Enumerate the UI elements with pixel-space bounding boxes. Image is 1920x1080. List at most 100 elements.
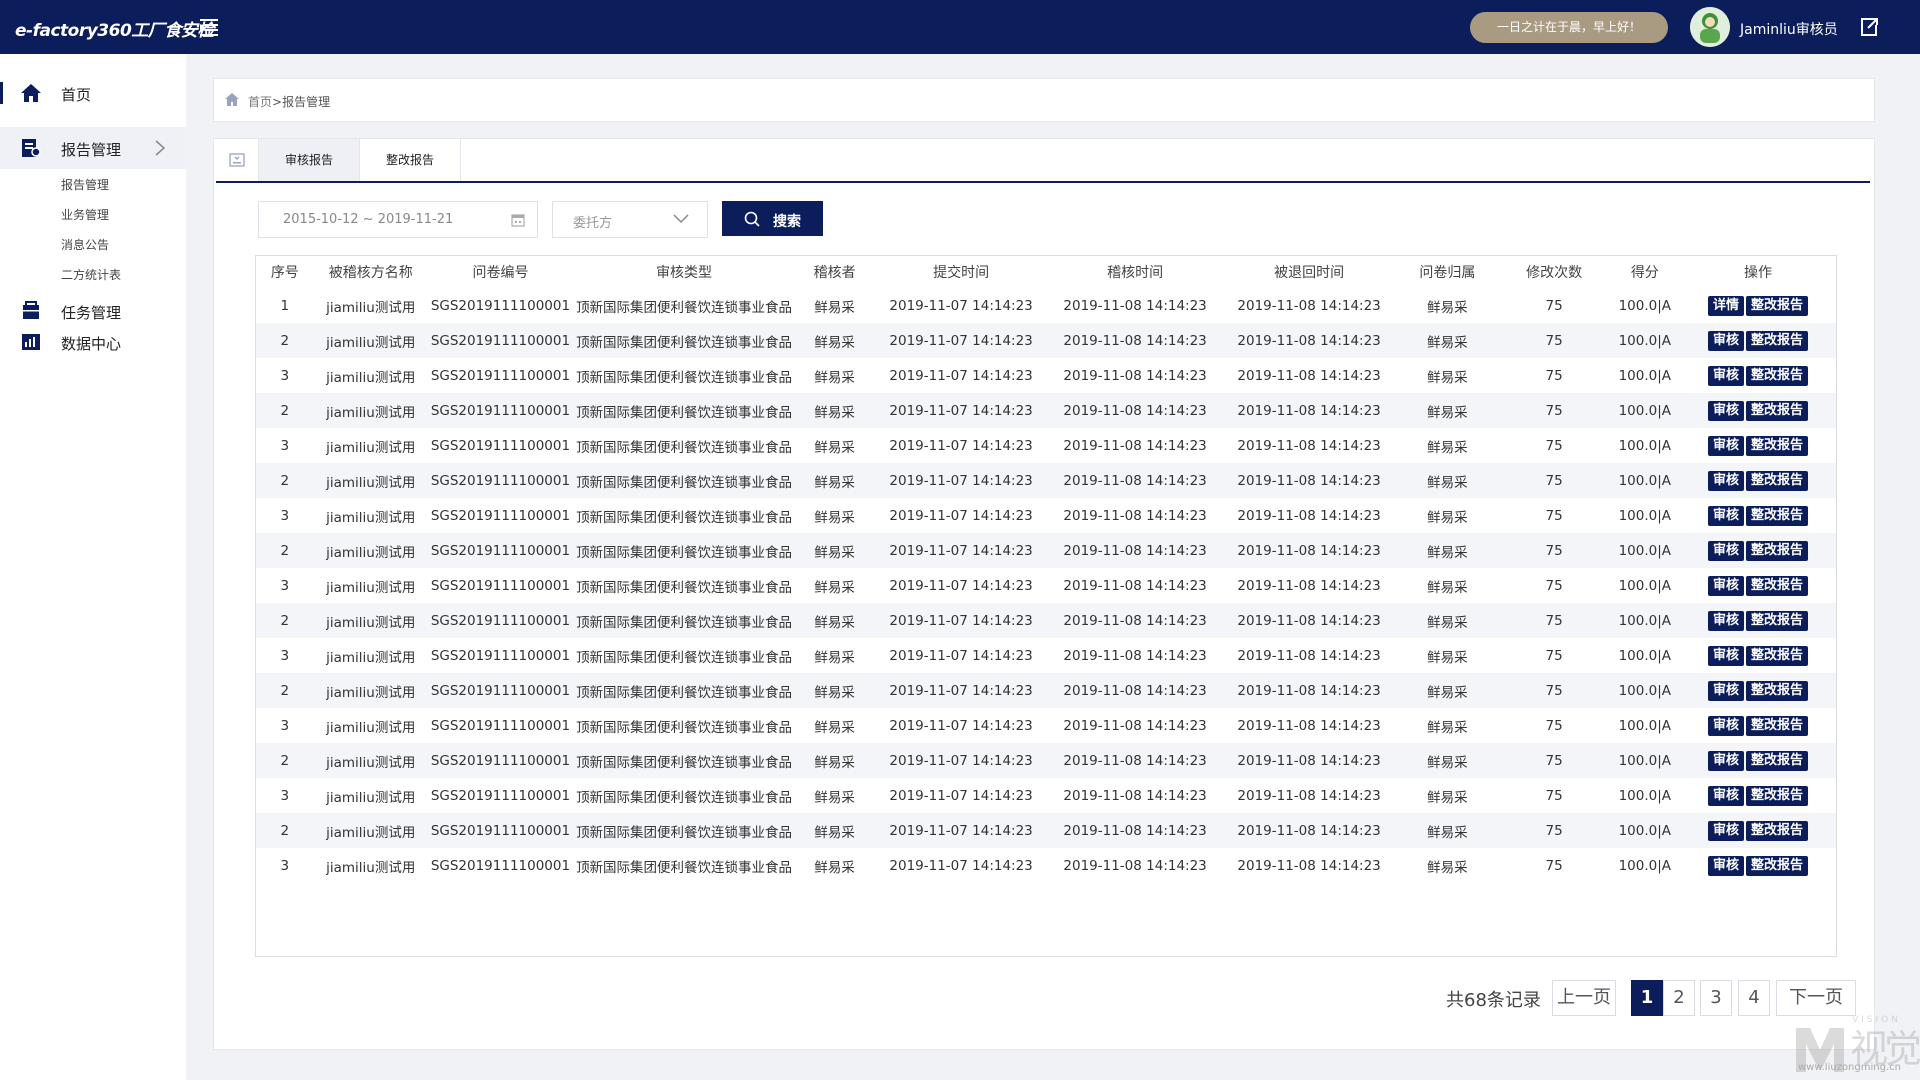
table-row: 1 jiamiliu测试用 SGS2019111100001 顶新国际集团便利餐饮连锁… [256, 288, 1836, 323]
audit-button[interactable]: 审核 [1708, 540, 1745, 561]
page-button-4[interactable]: 4 [1738, 980, 1770, 1016]
column-header: 问卷编号 [427, 256, 574, 288]
rectification-report-button[interactable]: 整改报告 [1746, 365, 1809, 386]
table-cell-score: 100.0|A [1618, 857, 1672, 874]
audit-button[interactable]: 审核 [1708, 435, 1745, 456]
detail-button[interactable]: 详情 [1708, 295, 1745, 316]
username[interactable]: Jaminliu审核员 [1740, 19, 1838, 39]
table-cell-actions: 审核 整改报告 [1680, 428, 1836, 463]
table-cell-owner: 鲜易采 [1427, 439, 1468, 456]
rectification-report-button[interactable]: 整改报告 [1746, 540, 1809, 561]
rectification-report-button[interactable]: 整改报告 [1746, 470, 1809, 491]
active-indicator [0, 82, 3, 104]
audit-button[interactable]: 审核 [1708, 715, 1745, 736]
table-cell-type: 顶新国际集团便利餐饮连锁事业食品 [573, 323, 796, 358]
client-select[interactable]: 委托方 [552, 201, 708, 238]
search-button[interactable]: 搜索 [722, 201, 823, 236]
home-icon[interactable] [224, 92, 240, 108]
table-cell-name: jiamiliu测试用 [326, 859, 416, 876]
rectification-report-button[interactable]: 整改报告 [1746, 750, 1809, 771]
audit-button[interactable]: 审核 [1708, 820, 1745, 841]
table-cell-score: 100.0|A [1618, 437, 1672, 454]
avatar[interactable] [1690, 7, 1730, 47]
rectification-report-button[interactable]: 整改报告 [1746, 295, 1809, 316]
audit-button[interactable]: 审核 [1708, 505, 1745, 526]
audit-button[interactable]: 审核 [1708, 785, 1745, 806]
rectification-report-button[interactable]: 整改报告 [1746, 610, 1809, 631]
table-cell-edits: 75 [1498, 813, 1610, 848]
column-header: 被稽核方名称 [313, 256, 428, 288]
table-cell-actions: 审核 整改报告 [1680, 813, 1836, 848]
rectification-report-button[interactable]: 整改报告 [1746, 785, 1809, 806]
table-cell-actions: 审核 整改报告 [1680, 603, 1836, 638]
table-cell-submit: 2019-11-07 14:14:23 [874, 743, 1049, 778]
table-cell-owner: 鲜易采 [1396, 323, 1499, 358]
table-row: 2 jiamiliu测试用 SGS2019111100001 顶新国际集团便利餐饮连锁… [256, 813, 1836, 848]
rectification-report-button[interactable]: 整改报告 [1746, 855, 1809, 876]
menu-toggle-icon[interactable] [198, 16, 220, 38]
table-cell-score: 100.0|A [1609, 533, 1681, 568]
page-button-1[interactable]: 1 [1631, 980, 1663, 1016]
table-cell-name: jiamiliu测试用 [326, 719, 416, 736]
date-range-picker[interactable]: 2015-10-12 ~ 2019-11-21 [258, 201, 538, 238]
sidebar-subitem-report-management[interactable]: 报告管理 [61, 176, 109, 193]
rectification-report-button[interactable]: 整改报告 [1746, 505, 1809, 526]
table-cell-audit: 2019-11-08 14:14:23 [1063, 577, 1207, 594]
table-cell-name: jiamiliu测试用 [313, 813, 428, 848]
audit-button[interactable]: 审核 [1708, 680, 1745, 701]
rectification-report-button[interactable]: 整改报告 [1746, 330, 1809, 351]
rectification-report-button[interactable]: 整改报告 [1746, 435, 1809, 456]
table-row: 3 jiamiliu测试用 SGS2019111100001 顶新国际集团便利餐饮连锁… [256, 848, 1836, 883]
table-cell-submit: 2019-11-07 14:14:23 [874, 673, 1049, 708]
audit-button[interactable]: 审核 [1708, 470, 1745, 491]
table-cell-name: jiamiliu测试用 [313, 393, 428, 428]
table-row: 3 jiamiliu测试用 SGS2019111100001 顶新国际集团便利餐饮连锁… [256, 428, 1836, 463]
prev-page-button[interactable]: 上一页 [1552, 980, 1616, 1016]
table-cell-audit: 2019-11-08 14:14:23 [1048, 393, 1223, 428]
breadcrumb: 首页>报告管理 [213, 78, 1875, 122]
table-cell-score: 100.0|A [1618, 297, 1672, 314]
table-cell-score: 100.0|A [1609, 393, 1681, 428]
sidebar-subitem-business-management[interactable]: 业务管理 [61, 206, 109, 223]
breadcrumb-home-link[interactable]: 首页 [248, 95, 272, 109]
rectification-report-button[interactable]: 整改报告 [1746, 645, 1809, 666]
table-cell-type: 顶新国际集团便利餐饮连锁事业食品 [576, 719, 793, 736]
table-cell-name: jiamiliu测试用 [313, 533, 428, 568]
page-button-2[interactable]: 2 [1663, 980, 1695, 1016]
table-cell-code: SGS2019111100001 [427, 463, 574, 498]
sidebar-item-reports[interactable]: 报告管理 [0, 127, 186, 169]
rectification-report-button[interactable]: 整改报告 [1746, 400, 1809, 421]
tab-rectification-report[interactable]: 整改报告 [360, 139, 461, 181]
table-cell-type: 顶新国际集团便利餐饮连锁事业食品 [573, 463, 796, 498]
audit-button[interactable]: 审核 [1708, 330, 1745, 351]
table-cell-type: 顶新国际集团便利餐饮连锁事业食品 [573, 393, 796, 428]
table-cell-actions: 审核 整改报告 [1680, 743, 1836, 778]
audit-button[interactable]: 审核 [1708, 750, 1745, 771]
logout-icon[interactable] [1858, 16, 1880, 38]
sidebar-item-home[interactable]: 首页 [0, 72, 186, 114]
audit-button[interactable]: 审核 [1708, 610, 1745, 631]
rectification-report-button[interactable]: 整改报告 [1746, 575, 1809, 596]
audit-button[interactable]: 审核 [1708, 400, 1745, 421]
audit-button[interactable]: 审核 [1708, 645, 1745, 666]
sidebar-subitem-statistics[interactable]: 二方统计表 [61, 266, 121, 283]
sidebar-item-data-center[interactable]: 数据中心 [0, 321, 186, 363]
table-cell-auditor: 鲜易采 [814, 859, 855, 876]
page-button-3[interactable]: 3 [1700, 980, 1732, 1016]
sidebar-item-label: 报告管理 [61, 141, 122, 159]
audit-button[interactable]: 审核 [1708, 365, 1745, 386]
table-cell-submit: 2019-11-07 14:14:23 [874, 393, 1049, 428]
audit-button[interactable]: 审核 [1708, 575, 1745, 596]
rectification-report-button[interactable]: 整改报告 [1746, 715, 1809, 736]
search-button-label: 搜索 [773, 213, 801, 229]
table-row: 2 jiamiliu测试用 SGS2019111100001 顶新国际集团便利餐饮连锁… [256, 603, 1836, 638]
tab-audit-report[interactable]: 审核报告 [259, 139, 360, 181]
rectification-report-button[interactable]: 整改报告 [1746, 820, 1809, 841]
table-cell-edits: 75 [1498, 673, 1610, 708]
table-cell-owner: 鲜易采 [1396, 393, 1499, 428]
sidebar-subitem-announcements[interactable]: 消息公告 [61, 236, 109, 253]
table-cell-no: 2 [256, 673, 314, 708]
table-cell-owner: 鲜易采 [1427, 299, 1468, 316]
audit-button[interactable]: 审核 [1708, 855, 1745, 876]
rectification-report-button[interactable]: 整改报告 [1746, 680, 1809, 701]
